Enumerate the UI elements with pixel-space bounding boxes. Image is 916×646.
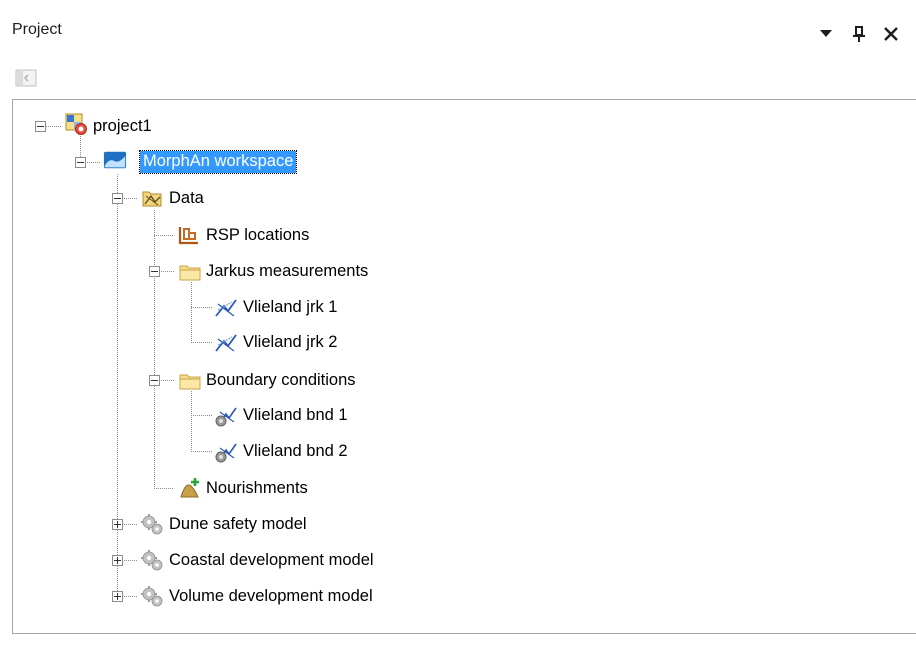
transect-icon [214, 296, 238, 320]
expand-toggle[interactable] [112, 555, 123, 566]
expand-toggle[interactable] [112, 591, 123, 602]
data-icon [140, 186, 164, 210]
tree-node-data[interactable]: Data [166, 188, 207, 210]
project-panel: Project project1 MorphAn workspace Data … [0, 0, 916, 646]
gear-icon [140, 584, 164, 608]
workspace-icon [103, 148, 127, 172]
folder-icon [178, 260, 202, 284]
project-icon [64, 112, 88, 136]
collapse-toggle[interactable] [35, 121, 46, 132]
tree-node-dune-safety-model[interactable]: Dune safety model [166, 514, 310, 536]
collapse-toggle[interactable] [112, 193, 123, 204]
tree-node-coastal-development-model[interactable]: Coastal development model [166, 550, 377, 572]
tree-node-project1[interactable]: project1 [90, 116, 155, 138]
toggle-panel-icon[interactable] [14, 68, 38, 88]
collapse-toggle[interactable] [75, 157, 86, 168]
collapse-toggle[interactable] [149, 375, 160, 386]
boundary-icon [214, 404, 238, 428]
tree-node-rsp-locations[interactable]: RSP locations [203, 225, 312, 247]
tree-node-jarkus-measurements[interactable]: Jarkus measurements [203, 261, 371, 283]
tree-node-boundary-conditions[interactable]: Boundary conditions [203, 370, 359, 392]
rsp-locations-icon [177, 223, 201, 247]
tree-node-vlieland-jrk-1[interactable]: Vlieland jrk 1 [240, 297, 340, 319]
gear-icon [140, 548, 164, 572]
folder-icon [178, 369, 202, 393]
tree-node-volume-development-model[interactable]: Volume development model [166, 586, 376, 608]
close-icon[interactable] [881, 24, 901, 44]
panel-header: Project [0, 0, 916, 60]
tree-node-nourishments[interactable]: Nourishments [203, 478, 311, 500]
collapse-toggle[interactable] [149, 266, 160, 277]
transect-icon [214, 331, 238, 355]
tree-node-vlieland-jrk-2[interactable]: Vlieland jrk 2 [240, 332, 340, 354]
tree-node-vlieland-bnd-1[interactable]: Vlieland bnd 1 [240, 405, 351, 427]
panel-title: Project [12, 21, 62, 38]
dropdown-arrow-icon[interactable] [816, 24, 836, 44]
nourishment-icon [178, 476, 202, 500]
gear-icon [140, 512, 164, 536]
pin-icon[interactable] [849, 24, 869, 44]
expand-toggle[interactable] [112, 519, 123, 530]
tree-node-morphan-workspace[interactable]: MorphAn workspace [138, 150, 298, 174]
boundary-icon [214, 440, 238, 464]
tree-node-vlieland-bnd-2[interactable]: Vlieland bnd 2 [240, 441, 351, 463]
